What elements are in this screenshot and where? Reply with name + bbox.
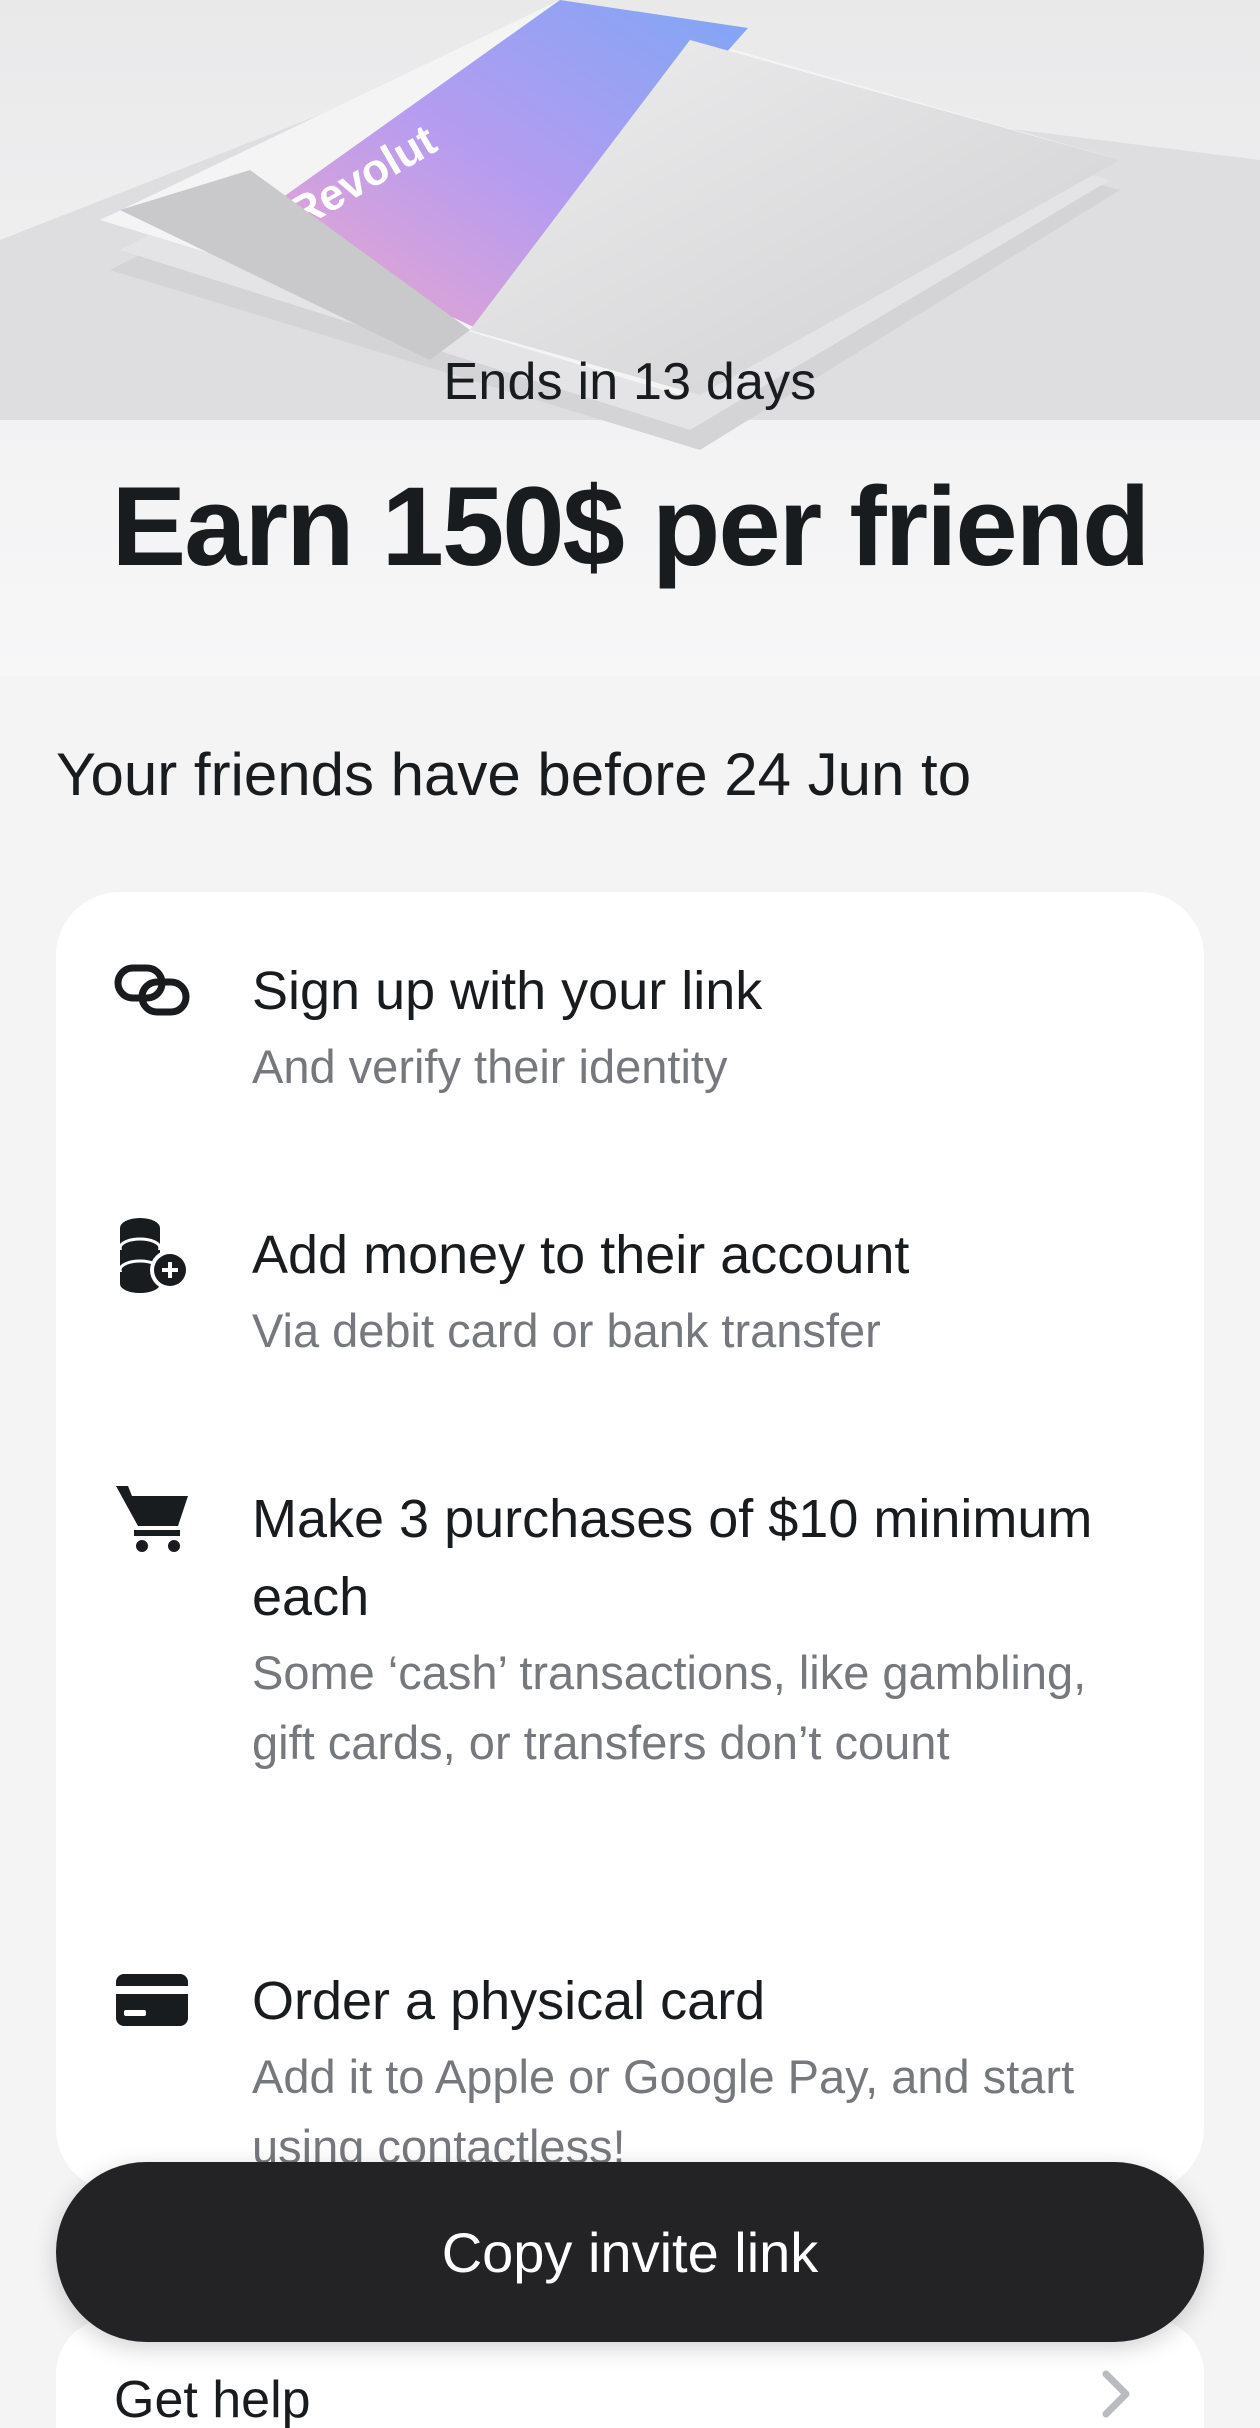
- section-heading: Your friends have before 24 Jun to: [56, 741, 972, 808]
- chevron-right-icon: [1102, 2370, 1130, 2418]
- step-title: Add money to their account: [252, 1225, 910, 1285]
- step-title: Order a physical card: [252, 1971, 766, 2031]
- steps-card: Sign up with your link And verify their …: [56, 892, 1204, 2192]
- step-description: And verify their identity: [252, 1040, 728, 1093]
- get-help-label: Get help: [114, 2371, 311, 2428]
- step-description: Some ‘cash’ transactions, like gambling,…: [252, 1646, 1087, 1769]
- coins-add-icon: [112, 1214, 192, 1294]
- copy-invite-link-button[interactable]: Copy invite link: [56, 2162, 1204, 2342]
- step-description: Via debit card or bank transfer: [252, 1304, 881, 1357]
- card-icon: [112, 1960, 192, 2040]
- cart-icon: [112, 1478, 192, 1558]
- step-title: Make 3 purchases of $10 minimum each: [252, 1489, 1093, 1627]
- card-envelope-illustration: Revolut: [0, 0, 1260, 450]
- link-icon: [112, 950, 192, 1030]
- step-description: Add it to Apple or Google Pay, and start…: [252, 2050, 1075, 2173]
- countdown-text: Ends in 13 days: [443, 353, 817, 411]
- hero-banner: Revolut Ends in 13 days Earn 150$ per fr…: [0, 0, 1260, 676]
- step-title: Sign up with your link: [252, 961, 763, 1021]
- page-title: Earn 150$ per friend: [111, 464, 1151, 589]
- referral-page: Revolut Ends in 13 days Earn 150$ per fr…: [0, 0, 1260, 2428]
